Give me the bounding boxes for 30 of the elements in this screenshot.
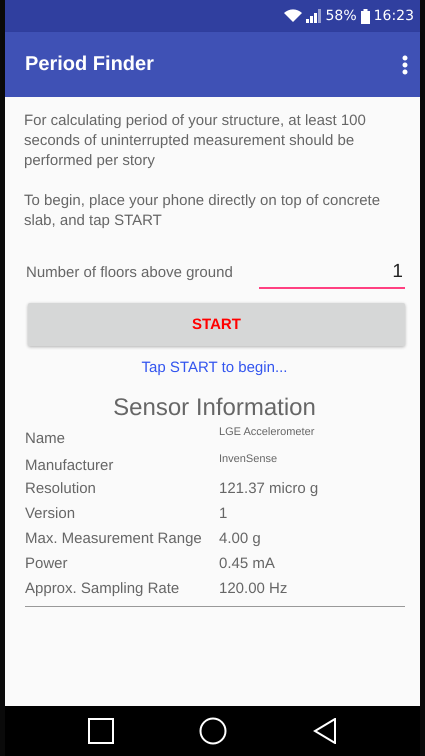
recents-icon[interactable] bbox=[88, 718, 114, 744]
property-value: 1 bbox=[219, 504, 228, 522]
instruction-text: For calculating period of your structure, at least 100 seconds of uninterrupted measurement should be performed per story bbox=[24, 111, 367, 171]
property-value: 121.37 micro g bbox=[219, 479, 320, 497]
property-value: 4.00 g bbox=[219, 529, 262, 547]
property-value: InvenSense bbox=[219, 452, 278, 465]
home-icon[interactable] bbox=[199, 717, 228, 745]
battery-percent: 58% bbox=[326, 8, 357, 24]
floors-label: Number of floors above ground bbox=[26, 264, 234, 283]
property-label: Resolution bbox=[25, 479, 97, 497]
wifi-icon bbox=[284, 9, 302, 23]
property-label: Max. Measurement Range bbox=[25, 529, 203, 547]
section-title: Sensor Information bbox=[113, 394, 316, 422]
property-label: Version bbox=[25, 504, 76, 522]
floors-input-field[interactable]: 1 bbox=[259, 261, 405, 289]
clock: 16:23 bbox=[374, 8, 414, 24]
instruction-text: To begin, place your phone directly on top of concrete slab, and tap START bbox=[24, 191, 382, 231]
property-label: Name bbox=[25, 429, 66, 447]
property-label: Power bbox=[25, 554, 69, 572]
property-label: Approx. Sampling Rate bbox=[25, 579, 180, 597]
signal-icon bbox=[306, 9, 322, 23]
more-options-icon[interactable] bbox=[402, 54, 408, 74]
property-value: LGE Accelerometer bbox=[219, 425, 316, 438]
status-hint: Tap START to begin... bbox=[142, 359, 288, 376]
battery-icon bbox=[360, 8, 370, 24]
back-icon[interactable] bbox=[313, 718, 338, 744]
property-value: 0.45 mA bbox=[219, 554, 276, 572]
app-title: Period Finder bbox=[25, 53, 154, 76]
property-label: Manufacturer bbox=[25, 456, 114, 474]
property-value: 120.00 Hz bbox=[219, 579, 288, 597]
